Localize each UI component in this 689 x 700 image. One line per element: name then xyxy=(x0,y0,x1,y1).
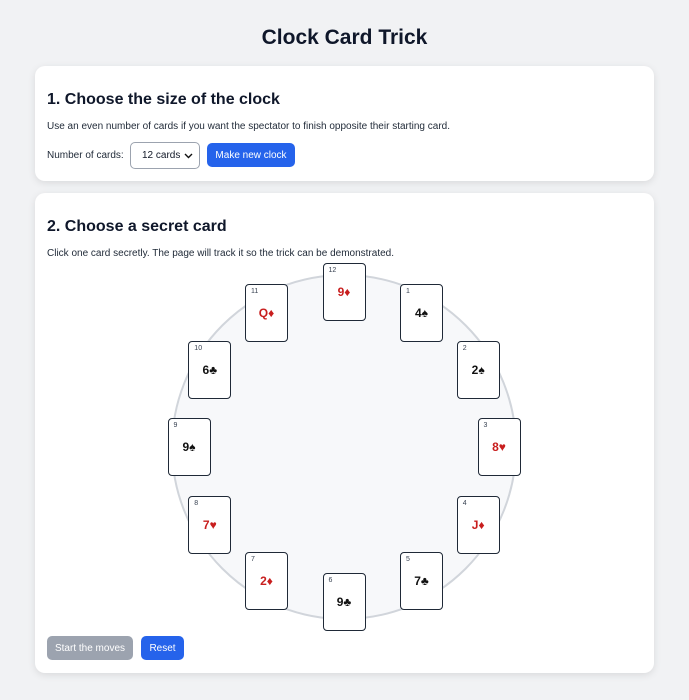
card-position-number: 2 xyxy=(462,344,467,352)
card-position-2[interactable]: 2 2♠ xyxy=(456,340,500,399)
section-1-description: Use an even number of cards if you want … xyxy=(47,121,450,132)
card-face: 2♦ xyxy=(260,574,273,589)
card-position-10[interactable]: 10 6♣ xyxy=(188,340,232,399)
card-position-number: 11 xyxy=(251,287,259,295)
card-position-number: 4 xyxy=(462,499,467,507)
card-position-number: 1 xyxy=(406,287,410,295)
card-count-select[interactable]: 12 cards xyxy=(130,142,200,169)
card-face: 9♣ xyxy=(336,595,352,609)
card-position-6[interactable]: 6 9♣ xyxy=(322,573,366,631)
secret-card-panel: 2. Choose a secret card Click one card s… xyxy=(35,193,654,673)
card-position-number: 8 xyxy=(194,499,199,507)
card-position-number: 12 xyxy=(328,267,337,274)
card-face: 9♠ xyxy=(182,440,196,454)
card-position-12[interactable]: 12 9♦ xyxy=(322,263,366,321)
section-1-heading: 1. Choose the size of the clock xyxy=(47,91,280,108)
card-position-number: 7 xyxy=(251,556,255,564)
clock-circle xyxy=(171,274,517,620)
card-position-3[interactable]: 3 8♥ xyxy=(477,418,521,476)
card-position-11[interactable]: 11 Q♦ xyxy=(245,283,288,342)
card-face: Q♦ xyxy=(258,305,275,320)
card-position-number: 6 xyxy=(328,577,333,584)
page-title: Clock Card Trick xyxy=(261,26,428,49)
make-new-clock-button[interactable]: Make new clock xyxy=(207,143,295,167)
card-face: J♦ xyxy=(471,517,485,532)
card-face: 6♣ xyxy=(202,362,218,377)
clock-size-panel: 1. Choose the size of the clock Use an e… xyxy=(35,66,654,181)
card-position-9[interactable]: 9 9♠ xyxy=(167,418,211,476)
card-position-number: 5 xyxy=(406,556,410,564)
card-position-number: 3 xyxy=(483,422,488,429)
card-face: 7♥ xyxy=(202,517,217,532)
card-position-5[interactable]: 5 7♣ xyxy=(400,552,443,611)
card-count-value: 12 cards xyxy=(142,150,181,161)
section-2-description: Click one card secretly. The page will t… xyxy=(47,248,395,259)
card-face: 9♦ xyxy=(337,285,351,299)
card-position-number: 10 xyxy=(194,344,203,352)
card-count-label: Number of cards: xyxy=(47,150,124,161)
start-moves-button[interactable]: Start the moves xyxy=(47,636,133,660)
card-face: 2♠ xyxy=(471,362,485,377)
reset-button[interactable]: Reset xyxy=(141,636,184,660)
card-position-7[interactable]: 7 2♦ xyxy=(245,552,288,611)
card-position-1[interactable]: 1 4♠ xyxy=(400,283,443,342)
card-face: 8♥ xyxy=(492,440,506,454)
card-position-4[interactable]: 4 J♦ xyxy=(456,495,500,554)
card-position-number: 9 xyxy=(173,422,178,429)
section-2-heading: 2. Choose a secret card xyxy=(47,218,227,235)
chevron-down-icon xyxy=(181,149,195,163)
card-face: 7♣ xyxy=(414,574,429,589)
card-position-8[interactable]: 8 7♥ xyxy=(188,495,232,554)
card-face: 4♠ xyxy=(414,305,429,320)
